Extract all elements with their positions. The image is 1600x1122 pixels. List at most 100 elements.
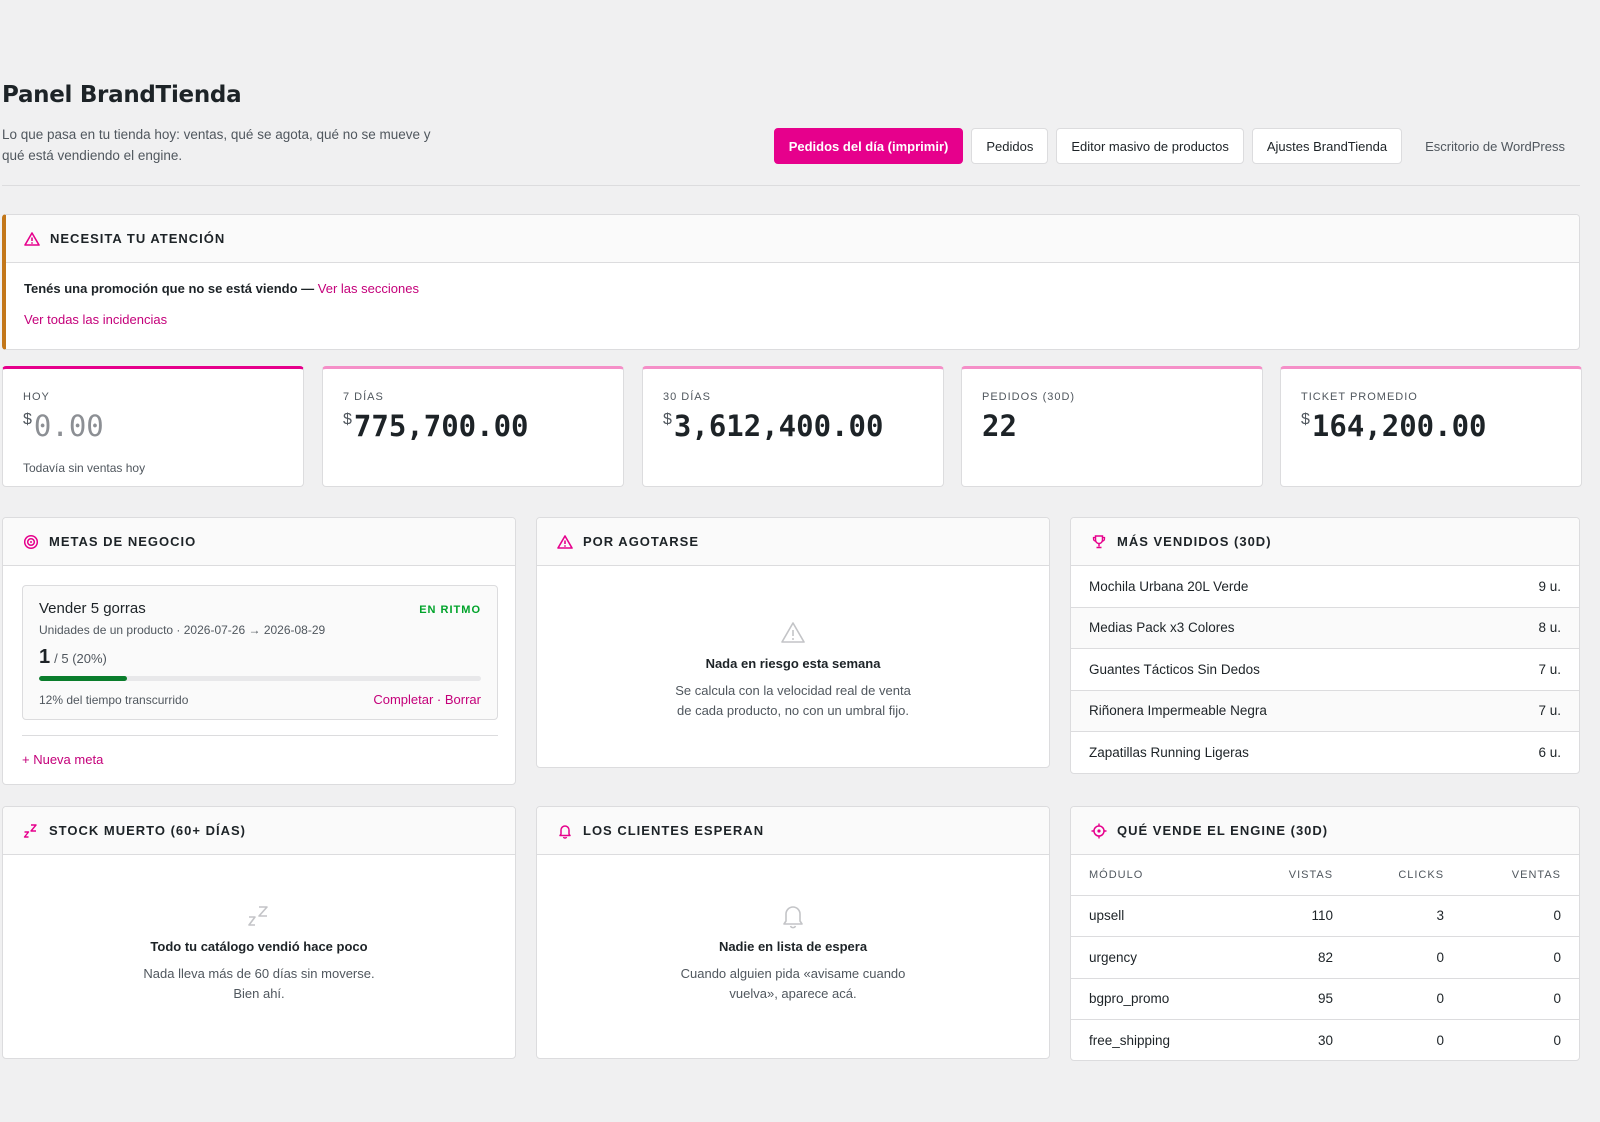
table-row: urgency 82 0 0 (1071, 936, 1579, 979)
goal-target: / 5 (20%) (54, 651, 107, 666)
bulk-product-editor-button[interactable]: Editor masivo de productos (1056, 128, 1244, 164)
goal-progress-bar (39, 676, 481, 681)
header-actions: Pedidos del día (imprimir) Pedidos Edito… (773, 128, 1580, 164)
module-name: upsell (1071, 895, 1243, 937)
list-item[interactable]: Guantes Tácticos Sin Dedos 7 u. (1071, 649, 1579, 691)
product-qty: 7 u. (1538, 703, 1561, 719)
kpi-avg-ticket-value: $164,200.00 (1301, 409, 1487, 443)
running-out-empty-title: Nada en riesgo esta semana (705, 656, 881, 671)
page-header: Panel BrandTienda Lo que pasa en tu tien… (2, 80, 1580, 186)
currency-symbol: $ (663, 411, 672, 428)
kpi-today-amount: 0.00 (33, 409, 104, 443)
kpi-7days-card: 7 DÍAS $775,700.00 (322, 366, 624, 487)
product-qty: 9 u. (1538, 578, 1561, 594)
waiting-empty-state: Nadie en lista de espera Cuando alguien … (537, 903, 1049, 1004)
running-out-empty-text: Se calcula con la velocidad real de vent… (675, 683, 911, 718)
kpi-orders-card: PEDIDOS (30D) 22 (961, 366, 1263, 487)
bell-outline-icon (783, 906, 803, 929)
table-header-row: MÓDULO VISTAS CLICKS VENTAS (1071, 855, 1579, 896)
running-out-title: POR AGOTARSE (583, 534, 700, 549)
kpi-30days-amount: 3,612,400.00 (673, 409, 884, 443)
waiting-customers-panel: LOS CLIENTES ESPERAN Nadie en lista de e… (536, 806, 1050, 1059)
attention-header: NECESITA TU ATENCIÓN (6, 215, 1579, 263)
product-name: Guantes Tácticos Sin Dedos (1089, 661, 1260, 677)
view-all-issues-link[interactable]: Ver todas las incidencias (24, 312, 167, 327)
engine-sales-header: QUÉ VENDE EL ENGINE (30D) (1071, 807, 1579, 855)
module-clicks: 0 (1351, 936, 1463, 979)
currency-symbol: $ (23, 411, 32, 428)
kpi-avg-ticket-card: TICKET PROMEDIO $164,200.00 (1280, 366, 1582, 487)
kpi-30days-label: 30 DÍAS (663, 391, 711, 403)
goal-progress-fill (39, 676, 128, 681)
page-subtitle: Lo que pasa en tu tienda hoy: ventas, qu… (2, 127, 431, 163)
waiting-empty-text: Cuando alguien pida «avisame cuando vuel… (680, 966, 906, 1001)
module-sales: 0 (1553, 1033, 1561, 1048)
sleep-zzz-outline-icon (248, 906, 268, 926)
attention-message: Tenés una promoción que no se está viend… (24, 281, 1561, 296)
module-clicks: 0 (1351, 978, 1463, 1020)
running-out-panel: POR AGOTARSE Nada en riesgo esta semana … (536, 517, 1050, 768)
best-sellers-panel: MÁS VENDIDOS (30D) Mochila Urbana 20L Ve… (1070, 517, 1580, 774)
goal-status-badge: EN RITMO (419, 604, 481, 616)
table-row: bgpro_promo 95 0 0 (1071, 978, 1579, 1020)
kpi-7days-amount: 775,700.00 (353, 409, 529, 443)
table-row: upsell 110 3 0 (1071, 895, 1579, 937)
kpi-7days-label: 7 DÍAS (343, 391, 384, 403)
engine-sales-title: QUÉ VENDE EL ENGINE (30D) (1117, 823, 1329, 838)
complete-goal-link[interactable]: Completar (373, 692, 433, 707)
view-sections-link[interactable]: Ver las secciones (318, 281, 419, 296)
orders-today-print-button[interactable]: Pedidos del día (imprimir) (773, 128, 964, 164)
currency-symbol: $ (1301, 411, 1310, 428)
module-name: urgency (1071, 936, 1243, 979)
warning-triangle-icon (557, 534, 573, 549)
delete-goal-link[interactable]: Borrar (445, 692, 481, 707)
warning-triangle-icon (24, 231, 40, 246)
dead-stock-empty-title: Todo tu catálogo vendió hace poco (150, 939, 368, 954)
goal-actions-separator: · (433, 692, 445, 707)
wordpress-desktop-link[interactable]: Escritorio de WordPress (1410, 128, 1580, 164)
dead-stock-empty-text: Nada lleva más de 60 días sin moverse. B… (143, 966, 375, 1001)
brandtienda-settings-button[interactable]: Ajustes BrandTienda (1251, 128, 1403, 164)
kpi-orders-value: 22 (982, 409, 1017, 443)
running-out-empty-state: Nada en riesgo esta semana Se calcula co… (537, 620, 1049, 721)
sleep-zzz-icon (23, 823, 37, 838)
dead-stock-panel: STOCK MUERTO (60+ DÍAS) Todo tu catálogo… (2, 806, 516, 1059)
product-name: Mochila Urbana 20L Verde (1089, 578, 1249, 594)
module-views: 82 (1242, 936, 1352, 979)
module-views: 30 (1318, 1033, 1334, 1048)
crosshair-icon (1091, 823, 1107, 838)
list-item[interactable]: Riñonera Impermeable Negra 7 u. (1071, 690, 1579, 732)
dead-stock-title: STOCK MUERTO (60+ DÍAS) (49, 823, 246, 838)
new-goal-button[interactable]: + Nueva meta (22, 752, 103, 767)
list-item[interactable]: Medias Pack x3 Colores 8 u. (1071, 607, 1579, 649)
goal-description: Unidades de un producto · 2026-07-26 → 2… (39, 623, 326, 637)
goal-current: 1 (39, 646, 51, 668)
engine-table: MÓDULO VISTAS CLICKS VENTAS upsell 110 3… (1071, 855, 1579, 1061)
kpi-avg-ticket-label: TICKET PROMEDIO (1301, 391, 1418, 403)
page-title: Panel BrandTienda (2, 82, 242, 108)
kpi-today-sub: Todavía sin ventas hoy (23, 461, 146, 475)
orders-button[interactable]: Pedidos (971, 128, 1049, 164)
column-header-clicks: CLICKS (1351, 855, 1463, 896)
kpi-avg-ticket-amount: 164,200.00 (1311, 409, 1487, 443)
product-name: Medias Pack x3 Colores (1089, 620, 1235, 636)
waiting-customers-header: LOS CLIENTES ESPERAN (537, 807, 1049, 855)
column-header-views: VISTAS (1242, 855, 1352, 896)
waiting-empty-title: Nadie en lista de espera (718, 939, 868, 954)
module-sales: 0 (1462, 895, 1579, 937)
bell-icon (559, 824, 571, 839)
list-item[interactable]: Zapatillas Running Ligeras 6 u. (1071, 732, 1579, 773)
module-sales: 0 (1462, 978, 1579, 1020)
table-row: free_shipping 30 0 0 (1071, 1020, 1579, 1061)
dead-stock-header: STOCK MUERTO (60+ DÍAS) (3, 807, 515, 855)
module-sales: 0 (1462, 936, 1579, 979)
column-header-module: MÓDULO (1071, 855, 1243, 896)
module-name: bgpro_promo (1071, 978, 1243, 1020)
list-item[interactable]: Mochila Urbana 20L Verde 9 u. (1071, 566, 1579, 608)
module-clicks: 3 (1351, 895, 1463, 937)
kpi-today-value: $0.00 (23, 409, 104, 443)
currency-symbol: $ (343, 411, 352, 428)
goals-title: METAS DE NEGOCIO (49, 534, 197, 549)
product-qty: 7 u. (1538, 661, 1561, 677)
kpi-7days-value: $775,700.00 (343, 409, 529, 443)
